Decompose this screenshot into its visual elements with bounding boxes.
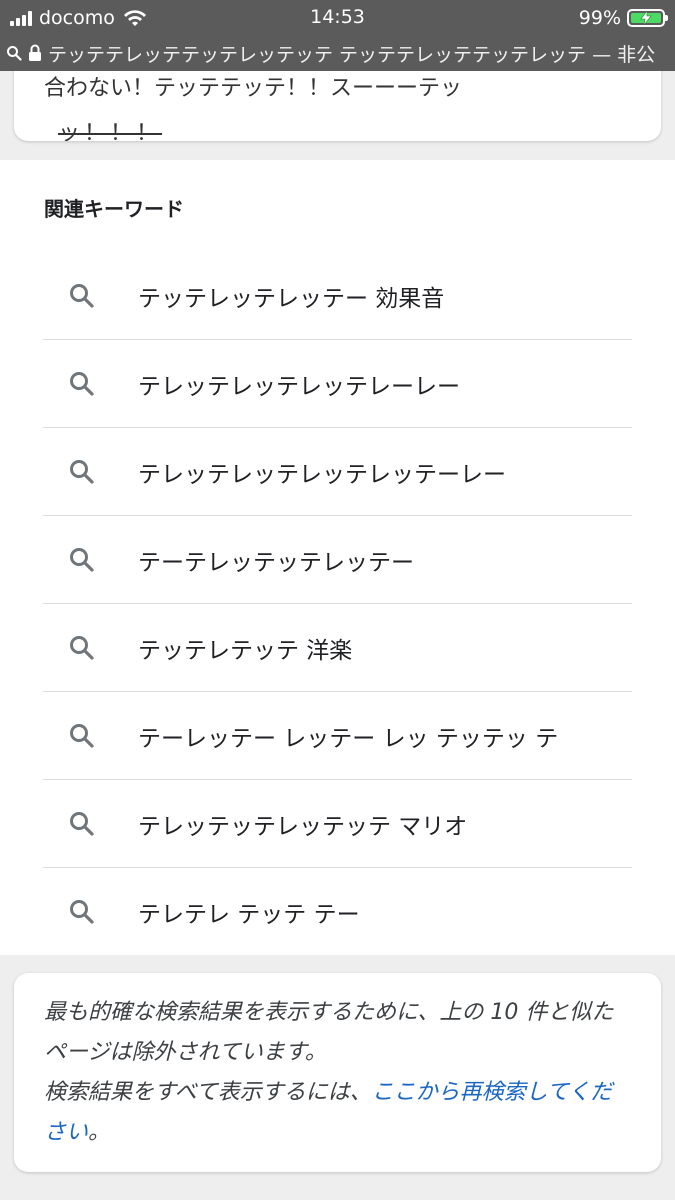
search-icon xyxy=(70,548,94,572)
related-keywords-section: 関連キーワード テッテレッテレッテー 効果音 テレッテレッテレッテレーレー テレ… xyxy=(0,160,675,955)
search-icon xyxy=(70,372,94,396)
search-icon xyxy=(70,636,94,660)
related-keyword-label: テレッテレッテレッテレッテーレー xyxy=(138,461,506,488)
notice-text-3: 。 xyxy=(88,1120,111,1145)
related-keyword-item[interactable]: テーテレッテッテレッテー xyxy=(43,516,632,604)
search-icon xyxy=(70,284,94,308)
url-text: テッテテレッテテッテレッテッテ テッテテレッテテッテレッテ — 非公 xyxy=(48,43,656,66)
result-snippet-line: 合わない！テッテテッテ！！スーーーテッ xyxy=(44,76,463,101)
charging-bolt-icon xyxy=(640,10,652,25)
related-keyword-item[interactable]: テレテレ テッテ テー xyxy=(43,868,632,956)
clock: 14:53 xyxy=(310,6,365,28)
related-keyword-label: テレッテレッテレッテレーレー xyxy=(138,373,460,400)
search-icon xyxy=(70,900,94,924)
related-keyword-label: テレテレ テッテ テー xyxy=(138,902,360,928)
notice-text: 最も的確な検索結果を表示するために、上の 10 件と似たページは除外されています… xyxy=(44,993,634,1153)
status-right: 99% xyxy=(578,0,668,35)
search-icon xyxy=(70,460,94,484)
notice-text-2: 検索結果をすべて表示するには、 xyxy=(44,1080,372,1105)
search-icon xyxy=(70,812,94,836)
battery-icon xyxy=(627,8,668,27)
related-keyword-label: テーテレッテッテレッテー xyxy=(138,549,414,576)
lock-icon xyxy=(28,44,42,62)
omitted-results-notice: 最も的確な検索結果を表示するために、上の 10 件と似たページは除外されています… xyxy=(14,973,661,1172)
related-keywords-title: 関連キーワード xyxy=(44,197,184,221)
related-keyword-label: テレッテッテレッテッテ マリオ xyxy=(138,813,468,840)
result-snippet-line-struck: ッ！！！ xyxy=(58,121,163,141)
battery-percent: 99% xyxy=(578,6,621,29)
related-keyword-item[interactable]: テッテレテッテ 洋楽 xyxy=(43,604,632,692)
search-icon xyxy=(6,45,22,61)
related-keyword-item[interactable]: テッテレッテレッテー 効果音 xyxy=(43,252,632,340)
related-keyword-item[interactable]: テレッテッテレッテッテ マリオ xyxy=(43,780,632,868)
status-bar: docomo 14:53 99% xyxy=(0,0,675,35)
related-keyword-item[interactable]: テーレッテー レッテー レッ テッテッ テ xyxy=(43,692,632,780)
url-bar[interactable]: テッテテレッテテッテレッテッテ テッテテレッテテッテレッテ — 非公 xyxy=(0,35,675,71)
related-keyword-item[interactable]: テレッテレッテレッテレッテーレー xyxy=(43,428,632,516)
related-keyword-label: テッテレテッテ 洋楽 xyxy=(138,637,353,664)
related-keyword-label: テーレッテー レッテー レッ テッテッ テ xyxy=(138,725,559,752)
notice-text-1: 最も的確な検索結果を表示するために、上の 10 件と似たページは除外されています… xyxy=(44,1000,614,1065)
related-keyword-label: テッテレッテレッテー 効果音 xyxy=(138,285,445,312)
search-icon xyxy=(70,724,94,748)
related-keywords-list: テッテレッテレッテー 効果音 テレッテレッテレッテレーレー テレッテレッテレッテ… xyxy=(0,252,675,956)
related-keyword-item[interactable]: テレッテレッテレッテレーレー xyxy=(43,340,632,428)
